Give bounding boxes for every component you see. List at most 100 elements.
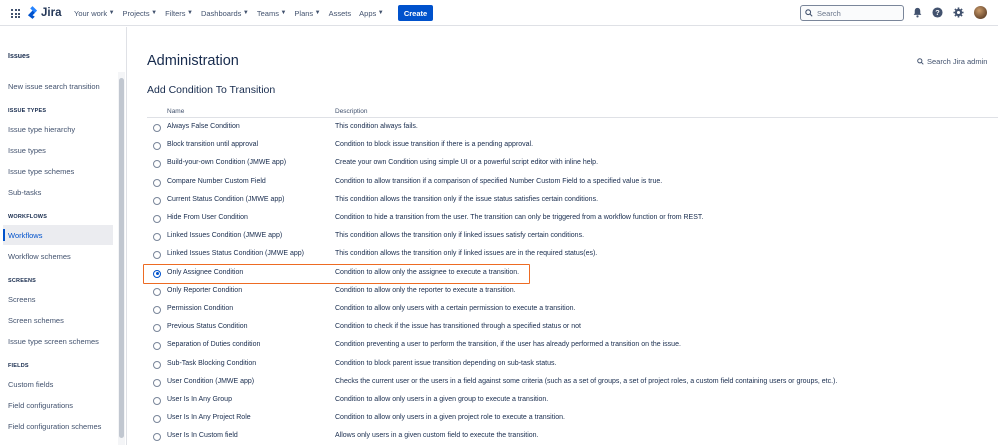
- jira-logo[interactable]: Jira: [27, 6, 61, 19]
- table-row[interactable]: Previous Status Condition Condition to ch…: [147, 320, 998, 338]
- condition-description: This condition allows the transition onl…: [335, 232, 585, 240]
- sidebar-item-field-configurations[interactable]: Field configurations: [8, 401, 73, 410]
- admin-search-label: Search Jira admin: [927, 57, 988, 66]
- condition-description: Condition to allow only users with a cer…: [335, 305, 576, 312]
- condition-name: Hide From User Condition: [167, 214, 248, 221]
- condition-radio[interactable]: [153, 196, 161, 205]
- condition-name: Linked Issues Status Condition (JMWE app…: [167, 250, 304, 258]
- condition-radio[interactable]: [153, 378, 161, 387]
- nav-assets[interactable]: Assets: [329, 9, 352, 18]
- condition-name: Separation of Duties condition: [167, 341, 261, 349]
- column-header-name: Name: [167, 108, 185, 115]
- search-jira-admin-link[interactable]: Search Jira admin: [917, 57, 987, 66]
- sidebar: Issues New issue search transition ISSUE…: [0, 27, 127, 445]
- page-title: Administration: [147, 53, 239, 69]
- condition-radio[interactable]: [153, 342, 161, 351]
- sidebar-section-fields: FIELDS: [8, 363, 29, 369]
- table-row[interactable]: User Is In Any Project Role Condition to …: [147, 411, 998, 429]
- condition-radio[interactable]: [153, 124, 161, 132]
- chevron-down-icon: ▼: [314, 10, 321, 16]
- create-button[interactable]: Create: [398, 5, 433, 21]
- nav-label: Your work: [74, 8, 108, 18]
- nav-apps[interactable]: Apps ▼: [359, 9, 384, 18]
- sidebar-item-issue-type-schemes[interactable]: Issue type schemes: [8, 167, 74, 176]
- condition-radio[interactable]: [153, 233, 161, 242]
- table-row[interactable]: Build-your-own Condition (JMWE app) Creat…: [147, 156, 998, 174]
- condition-description: Checks the current user or the users in …: [335, 377, 838, 385]
- table-row[interactable]: Permission Condition Condition to allow o…: [147, 302, 998, 320]
- table-row[interactable]: Compare Number Custom Field Condition to …: [147, 175, 998, 193]
- sidebar-item-issue-types[interactable]: Issue types: [8, 146, 46, 155]
- condition-name: Sub-Task Blocking Condition: [167, 359, 257, 367]
- search-input[interactable]: Search: [800, 5, 904, 21]
- condition-radio[interactable]: [153, 251, 161, 260]
- condition-name: Previous Status Condition: [167, 323, 248, 331]
- condition-radio[interactable]: [153, 306, 161, 314]
- table-row[interactable]: Linked Issues Status Condition (JMWE app…: [147, 247, 998, 265]
- table-row[interactable]: User Condition (JMWE app) Checks the curr…: [147, 375, 998, 393]
- table-row[interactable]: User Is In Custom field Allows only users…: [147, 429, 998, 445]
- top-navigation: Jira Your work ▼ Projects ▼ Filters ▼ Dashb…: [0, 0, 998, 26]
- nav-teams[interactable]: Teams ▼: [257, 9, 287, 18]
- condition-name: Always False Condition: [167, 123, 240, 130]
- sidebar-item-new-issue-search-transition[interactable]: New issue search transition: [8, 82, 100, 91]
- chevron-down-icon: ▼: [151, 10, 158, 16]
- sidebar-item-field-configuration-schemes[interactable]: Field configuration schemes: [8, 422, 101, 431]
- table-row[interactable]: Only Reporter Condition Condition to allo…: [147, 284, 998, 302]
- condition-name: User Is In Any Group: [167, 396, 232, 403]
- condition-radio[interactable]: [153, 160, 161, 169]
- sidebar-item-issue-type-screen-schemes[interactable]: Issue type screen schemes: [8, 337, 99, 346]
- sidebar-item-workflows[interactable]: Workflows: [8, 231, 42, 240]
- nav-label: Filters: [165, 8, 186, 18]
- sidebar-header: Issues: [8, 53, 30, 60]
- settings-gear-icon[interactable]: [953, 7, 964, 18]
- sidebar-item-screens[interactable]: Screens: [8, 295, 36, 304]
- header-divider: [147, 117, 998, 118]
- sidebar-scrollbar[interactable]: [118, 72, 125, 445]
- nav-dashboards[interactable]: Dashboards ▼: [201, 9, 249, 18]
- condition-description: Condition to block issue transition if t…: [335, 141, 534, 149]
- nav-label: Dashboards: [200, 8, 242, 18]
- table-row[interactable]: Hide From User Condition Condition to hid…: [147, 211, 998, 229]
- condition-name: Only Reporter Condition: [167, 286, 243, 294]
- notifications-icon[interactable]: [912, 7, 923, 18]
- condition-radio[interactable]: [153, 287, 161, 296]
- nav-projects[interactable]: Projects ▼: [123, 9, 158, 18]
- sidebar-item-issue-type-hierarchy[interactable]: Issue type hierarchy: [8, 125, 75, 134]
- avatar[interactable]: [974, 6, 987, 19]
- table-row[interactable]: Sub-Task Blocking Condition Condition to …: [147, 357, 998, 375]
- condition-name: User Is In Custom field: [167, 432, 238, 440]
- app-switcher-icon[interactable]: [11, 9, 20, 18]
- nav-your-work[interactable]: Your work ▼: [74, 9, 115, 18]
- sidebar-item-sub-tasks[interactable]: Sub-tasks: [8, 188, 41, 197]
- condition-name: Linked Issues Condition (JMWE app): [167, 232, 283, 240]
- sidebar-section-issue-types: ISSUE TYPES: [8, 108, 47, 114]
- table-row[interactable]: Separation of Duties condition Condition …: [147, 338, 998, 356]
- sidebar-item-screen-schemes[interactable]: Screen schemes: [8, 316, 64, 325]
- sidebar-item-workflow-schemes[interactable]: Workflow schemes: [8, 252, 71, 261]
- table-row[interactable]: Linked Issues Condition (JMWE app) This c…: [147, 229, 998, 247]
- scrollbar-thumb[interactable]: [119, 78, 124, 438]
- help-icon[interactable]: ?: [932, 7, 943, 18]
- selection-highlight: [143, 264, 530, 284]
- condition-radio[interactable]: [153, 324, 161, 333]
- nav-filters[interactable]: Filters ▼: [165, 9, 193, 18]
- sidebar-item-custom-fields[interactable]: Custom fields: [8, 380, 53, 389]
- condition-radio[interactable]: [153, 415, 161, 424]
- condition-description: Condition to check if the issue has tran…: [335, 323, 581, 331]
- table-row[interactable]: Block transition until approval Condition…: [147, 138, 998, 156]
- condition-name: User Condition (JMWE app): [167, 377, 255, 385]
- condition-radio[interactable]: [153, 178, 161, 187]
- condition-radio[interactable]: [153, 142, 161, 151]
- table-row[interactable]: User Is In Any Group Condition to allow o…: [147, 393, 998, 411]
- condition-radio[interactable]: [153, 433, 161, 442]
- table-row[interactable]: Always False Condition This condition alw…: [147, 120, 998, 138]
- condition-radio[interactable]: [153, 397, 161, 405]
- table-row[interactable]: Current Status Condition (JMWE app) This …: [147, 193, 998, 211]
- condition-name: Compare Number Custom Field: [167, 177, 266, 185]
- chevron-down-icon: ▼: [377, 10, 384, 16]
- condition-radio[interactable]: [153, 215, 161, 223]
- condition-radio[interactable]: [153, 360, 161, 369]
- nav-plans[interactable]: Plans ▼: [294, 9, 320, 18]
- condition-name: Permission Condition: [167, 305, 234, 312]
